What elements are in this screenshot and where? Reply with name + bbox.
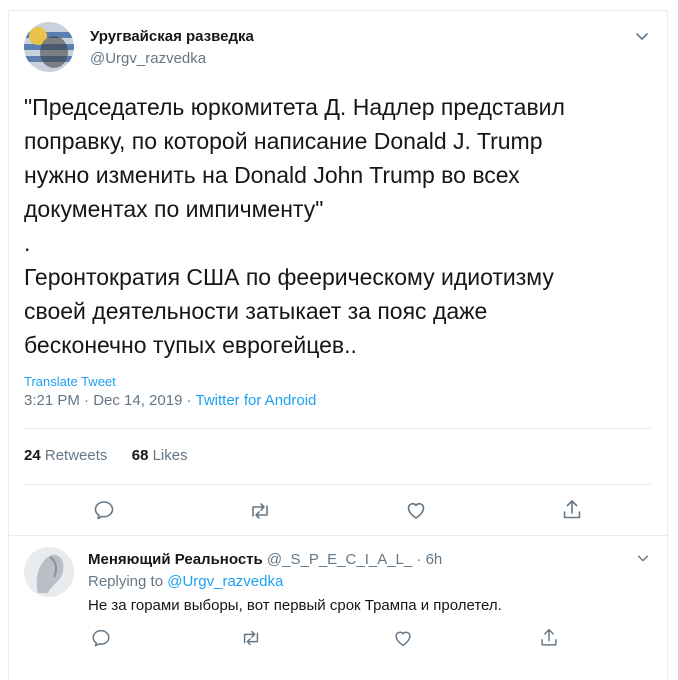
reply-author-handle[interactable]: @_S_P_E_C_I_A_L_ — [267, 551, 412, 568]
author-name[interactable]: Уругвайская разведка — [90, 28, 254, 45]
divider — [24, 484, 652, 485]
reply-icon[interactable] — [92, 498, 116, 522]
like-icon[interactable] — [404, 498, 428, 522]
tweet-source[interactable]: Twitter for Android — [196, 392, 317, 409]
tweet-meta: 3:21 PM · Dec 14, 2019 · Twitter for And… — [24, 392, 316, 409]
reply-text: Не за горами выборы, вот первый срок Тра… — [88, 597, 502, 614]
share-icon[interactable] — [538, 627, 560, 649]
retweets-count[interactable]: 24 — [24, 447, 41, 464]
reply-tweet[interactable]: Меняющий Реальность @_S_P_E_C_I_A_L_ · 6… — [8, 535, 668, 675]
reply-header: Меняющий Реальность @_S_P_E_C_I_A_L_ · 6… — [88, 551, 442, 568]
reply-avatar[interactable] — [24, 547, 74, 597]
likes-count[interactable]: 68 — [132, 447, 149, 464]
retweets-label[interactable]: Retweets — [45, 447, 108, 464]
author-avatar[interactable] — [24, 22, 74, 72]
retweet-icon[interactable] — [248, 499, 272, 523]
reply-time[interactable]: · 6h — [416, 551, 442, 568]
tweet-stats: 24 Retweets 68 Likes — [24, 447, 188, 464]
retweet-icon[interactable] — [240, 627, 262, 649]
chevron-down-icon[interactable] — [636, 551, 650, 565]
reply-icon[interactable] — [90, 627, 112, 649]
replying-to: Replying to @Urgv_razvedka — [88, 573, 283, 590]
tweet-text: "Председатель юркомитета Д. Надлер предс… — [24, 94, 565, 358]
like-icon[interactable] — [392, 627, 414, 649]
tweet-timestamp[interactable]: 3:21 PM · Dec 14, 2019 · — [24, 392, 192, 409]
chevron-down-icon[interactable] — [634, 28, 650, 44]
replying-handle-link[interactable]: @Urgv_razvedka — [167, 573, 283, 590]
translate-tweet-link[interactable]: Translate Tweet — [24, 374, 116, 389]
main-tweet: Уругвайская разведка @Urgv_razvedka "Пре… — [8, 10, 668, 536]
replying-label: Replying to — [88, 573, 164, 590]
likes-label[interactable]: Likes — [153, 447, 188, 464]
divider — [24, 428, 652, 429]
reply-author-name[interactable]: Меняющий Реальность — [88, 551, 263, 568]
author-handle[interactable]: @Urgv_razvedka — [90, 50, 206, 67]
share-icon[interactable] — [560, 498, 584, 522]
